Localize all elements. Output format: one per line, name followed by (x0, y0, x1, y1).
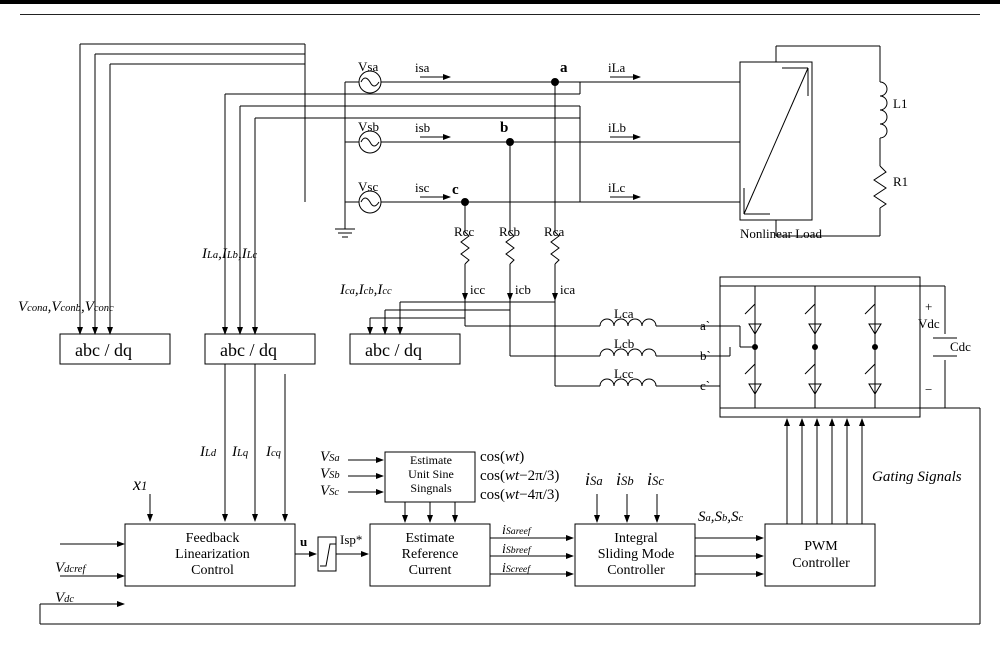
label-icb: icb (515, 282, 531, 298)
label-ica: ica (560, 282, 575, 298)
label-isp: Isp* (340, 532, 362, 548)
label-l1: L1 (893, 96, 907, 112)
label-inv-a: a` (700, 318, 710, 334)
label-icq: Icq (266, 444, 281, 461)
block-ismc: IntegralSliding ModeController (582, 531, 690, 579)
label-cdc: Cdc (950, 339, 971, 355)
label-isb2: iSb (616, 469, 634, 490)
label-lcc: Lcc (614, 366, 633, 382)
label-isbref: iSbreef (502, 542, 531, 558)
label-vsa-in: VSa (320, 449, 340, 466)
label-cos2: cos(wt−2π/3) (480, 468, 559, 485)
block-pwm: PWMController (778, 539, 864, 573)
label-ila: iLa (608, 60, 625, 76)
label-ilc: iLc (608, 180, 625, 196)
label-vdc-plus: + (925, 299, 932, 315)
node-c: c (452, 182, 459, 199)
block-abcdq-2: abc / dq (220, 340, 277, 361)
label-isaref: iSareef (502, 523, 531, 539)
node-a: a (560, 60, 568, 77)
label-vsc-in: VSc (320, 483, 339, 500)
label-isb: isb (415, 120, 430, 136)
label-vdc-fb: Vdc (55, 590, 74, 607)
label-icabc: Ica,Icb,Icc (340, 282, 392, 299)
label-vdcref: Vdcref (55, 560, 85, 577)
block-abcdq-3: abc / dq (365, 340, 422, 361)
label-isa: isa (415, 60, 429, 76)
label-ild: ILd (200, 444, 216, 461)
label-icc: icc (470, 282, 485, 298)
label-lcb: Lcb (614, 336, 634, 352)
label-ilb: iLb (608, 120, 626, 136)
label-vsb: Vsb (358, 119, 379, 135)
block-abcdq-1: abc / dq (75, 340, 132, 361)
label-cos1: cos(wt) (480, 449, 524, 466)
block-sine: EstimateUnit SineSingnals (390, 454, 472, 495)
label-vsb-in: VSb (320, 466, 340, 483)
label-vsa: Vsa (358, 59, 378, 75)
label-rca: Rca (544, 224, 564, 240)
label-isa2: iSa (585, 469, 603, 490)
label-ilq: ILq (232, 444, 248, 461)
block-ref: EstimateReferenceCurrent (378, 531, 482, 579)
label-vcon: Vcona,Vconb,Vconc (18, 299, 114, 316)
block-flc: FeedbackLinearizationControl (140, 531, 285, 579)
label-rcc: Rcc (454, 224, 474, 240)
label-lca: Lca (614, 306, 633, 322)
label-isc: isc (415, 180, 429, 196)
label-vdc: Vdc (918, 316, 940, 332)
label-iscref: iScreef (502, 561, 530, 577)
label-ilabc: ILa,ILb,ILc (202, 246, 257, 263)
label-u: u (300, 534, 307, 550)
label-vsc: Vsc (358, 179, 378, 195)
label-cos3: cos(wt−4π/3) (480, 487, 559, 504)
label-x1: x1 (133, 474, 147, 495)
label-r1: R1 (893, 174, 908, 190)
label-gating: Gating Signals (872, 469, 962, 486)
label-inv-c: c` (700, 378, 710, 394)
label-isc2: iSc (647, 469, 664, 490)
label-vdc-minus: − (925, 382, 932, 398)
label-rcb: Rcb (499, 224, 520, 240)
label-inv-b: b` (700, 348, 711, 364)
label-sabc: Sa,Sb,Sc (698, 509, 743, 526)
label-nonlinear-load: Nonlinear Load (740, 226, 822, 242)
node-b: b (500, 120, 508, 137)
